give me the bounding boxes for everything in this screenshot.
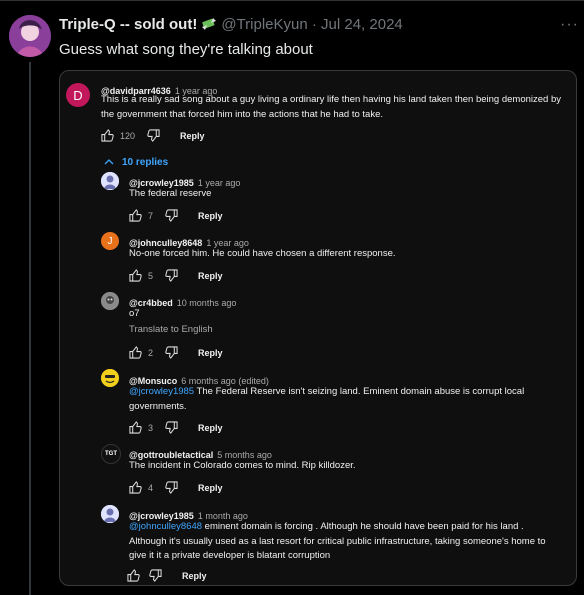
reply-avatar[interactable] (101, 505, 119, 523)
like-icon[interactable] (101, 129, 114, 142)
reply-actions: 5 Reply (129, 269, 223, 282)
reply-text: @jcrowley1985 The Federal Reserve isn't … (129, 385, 549, 414)
tweet-handle-time[interactable]: @TripleKyun · Jul 24, 2024 (221, 16, 402, 33)
translate-link[interactable]: Translate to English (129, 324, 213, 335)
reply-button[interactable]: Reply (198, 348, 223, 358)
like-count: 3 (148, 422, 154, 433)
like-count: 7 (148, 210, 154, 221)
tweet-author-avatar[interactable] (9, 15, 51, 57)
tweet-header: Triple-Q -- sold out! @TripleKyun · Jul 2… (59, 16, 403, 35)
tweet-text: Guess what song they're talking about (59, 41, 313, 58)
replies-count: 10 replies (122, 156, 169, 168)
dislike-icon[interactable] (165, 269, 178, 282)
dislike-icon[interactable] (165, 481, 178, 494)
reply-text: No-one forced him. He could have chosen … (129, 248, 396, 259)
dislike-icon[interactable] (149, 569, 162, 582)
comment-avatar[interactable]: D (66, 83, 90, 107)
reply-button[interactable]: Reply (198, 271, 223, 281)
like-count: 4 (148, 482, 154, 493)
reply-avatar[interactable] (101, 172, 119, 190)
like-icon[interactable] (129, 269, 142, 282)
like-count: 5 (148, 270, 154, 281)
reply-actions: 4 Reply (129, 481, 223, 494)
dislike-icon[interactable] (165, 209, 178, 222)
reply-button[interactable]: Reply (198, 483, 223, 493)
tweet-display-name[interactable]: Triple-Q -- sold out! (59, 16, 197, 33)
reply-button[interactable]: Reply (182, 571, 207, 581)
dislike-icon[interactable] (165, 421, 178, 434)
like-icon[interactable] (129, 346, 142, 359)
reply-actions: 3 Reply (129, 421, 223, 434)
thread-line (29, 62, 31, 595)
like-icon[interactable] (129, 209, 142, 222)
like-count: 120 (120, 130, 136, 141)
reply-button[interactable]: Reply (198, 423, 223, 433)
reply-text: The federal reserve (129, 188, 212, 199)
like-count: 2 (148, 347, 154, 358)
reply-button[interactable]: Reply (198, 211, 223, 221)
reply-text: The incident in Colorado comes to mind. … (129, 460, 356, 471)
dislike-icon[interactable] (165, 346, 178, 359)
reply-actions: Reply (127, 569, 207, 582)
reply-avatar[interactable]: J (101, 232, 119, 250)
reply-avatar[interactable]: TGT (101, 444, 121, 464)
like-icon[interactable] (129, 481, 142, 494)
money-with-wings-icon (201, 17, 217, 35)
like-icon[interactable] (129, 421, 142, 434)
comment-actions: 120 Reply (101, 129, 205, 142)
mention-link[interactable]: @johnculley8648 (129, 521, 202, 532)
top-divider (0, 0, 584, 1)
chevron-up-icon (104, 153, 114, 171)
reply-avatar[interactable] (101, 369, 119, 387)
reply-text: o7 (129, 308, 140, 319)
reply-button[interactable]: Reply (180, 131, 205, 141)
reply-avatar[interactable] (101, 292, 119, 310)
mention-link[interactable]: @jcrowley1985 (129, 386, 194, 397)
reply-text: @johnculley8648 eminent domain is forcin… (129, 520, 549, 564)
dislike-icon[interactable] (147, 129, 160, 142)
replies-toggle[interactable]: 10 replies (104, 153, 168, 171)
reply-actions: 2 Reply (129, 346, 223, 359)
youtube-comments-screenshot: D @davidparr4636 1 year ago This is a rea… (59, 70, 577, 586)
more-options-icon[interactable]: ··· (560, 16, 579, 34)
like-icon[interactable] (127, 569, 140, 582)
reply-actions: 7 Reply (129, 209, 223, 222)
comment-text: This is a really sad song about a guy li… (101, 94, 561, 120)
